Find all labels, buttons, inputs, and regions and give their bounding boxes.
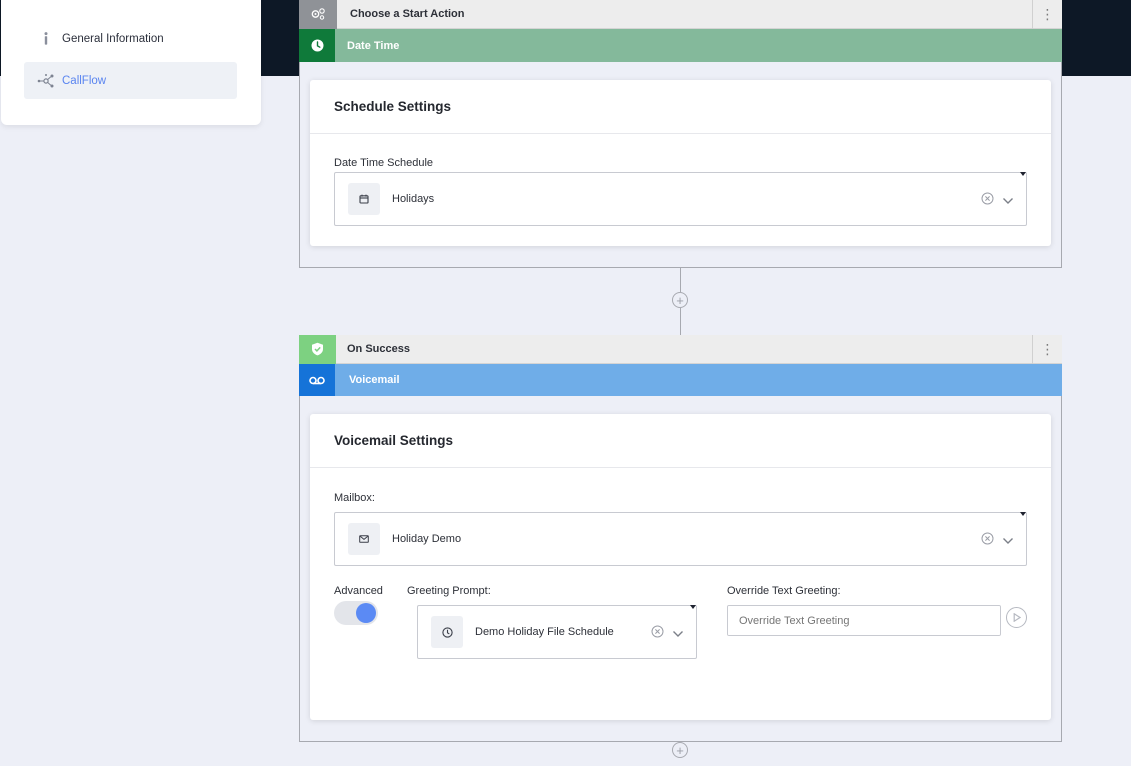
clock-icon <box>299 29 335 62</box>
corner-marker <box>1020 172 1026 176</box>
action-label: Voicemail <box>349 374 400 386</box>
sidebar-item-label: CallFlow <box>62 74 107 87</box>
start-node-title: Choose a Start Action <box>350 8 465 20</box>
start-node-header[interactable]: Choose a Start Action ⋮ <box>299 0 1062 29</box>
info-icon <box>36 32 56 45</box>
sidebar-item-callflow[interactable]: CallFlow <box>24 62 237 99</box>
corner-marker <box>1020 512 1026 516</box>
override-text-greeting-label: Override Text Greeting: <box>727 585 841 597</box>
play-icon[interactable] <box>1006 607 1027 628</box>
clear-icon[interactable] <box>981 532 994 550</box>
clear-icon[interactable] <box>981 192 994 210</box>
select-value: Holiday Demo <box>392 533 462 545</box>
advanced-label: Advanced <box>334 585 383 597</box>
on-success-node-header[interactable]: On Success ⋮ <box>299 334 1062 364</box>
mailbox-label: Mailbox: <box>334 492 375 504</box>
sidebar-item-label: General Information <box>62 32 164 45</box>
sidebar-item-general-information[interactable]: General Information <box>24 20 237 57</box>
calendar-icon <box>348 183 380 215</box>
mailbox-select[interactable]: Holiday Demo <box>334 512 1027 566</box>
add-node-button[interactable]: + <box>672 742 688 758</box>
card-title: Voicemail Settings <box>310 414 1051 468</box>
envelope-icon <box>348 523 380 555</box>
sidebar-nav: General Information CallFlow <box>1 0 261 125</box>
greeting-prompt-label: Greeting Prompt: <box>407 585 491 597</box>
date-time-schedule-label: Date Time Schedule <box>334 157 434 169</box>
override-text-greeting-input[interactable] <box>727 605 1001 636</box>
connector-line <box>680 308 681 335</box>
shield-check-icon <box>299 334 336 364</box>
date-time-schedule-select[interactable]: Holidays <box>334 172 1027 226</box>
chevron-down-icon[interactable] <box>672 625 684 643</box>
on-success-title: On Success <box>347 343 410 355</box>
advanced-toggle[interactable] <box>334 601 378 625</box>
card-title: Schedule Settings <box>310 80 1051 134</box>
kebab-icon: ⋮ <box>1040 341 1055 357</box>
voicemail-node-body: Voicemail Settings Mailbox: Holiday Demo… <box>299 396 1062 742</box>
gears-icon <box>299 0 337 29</box>
date-time-action-bar[interactable]: Date Time <box>299 29 1062 62</box>
toggle-knob <box>356 603 376 623</box>
schedule-settings-card: Schedule Settings Date Time Schedule Hol… <box>310 80 1051 246</box>
chevron-down-icon[interactable] <box>1002 192 1014 210</box>
voicemail-settings-card: Voicemail Settings Mailbox: Holiday Demo… <box>310 414 1051 720</box>
add-node-button[interactable]: + <box>672 292 688 308</box>
select-value: Holidays <box>392 193 435 205</box>
callflow-icon <box>36 73 56 88</box>
plus-icon: + <box>676 742 684 758</box>
date-time-node-body: Schedule Settings Date Time Schedule Hol… <box>299 62 1062 268</box>
corner-marker <box>690 605 696 609</box>
voicemail-icon <box>299 364 335 396</box>
voicemail-action-bar[interactable]: Voicemail <box>299 364 1062 396</box>
start-node-menu-button[interactable]: ⋮ <box>1032 0 1062 29</box>
greeting-prompt-select[interactable]: Demo Holiday File Schedule <box>417 605 697 659</box>
chevron-down-icon[interactable] <box>1002 532 1014 550</box>
clock-icon <box>431 616 463 648</box>
select-value: Demo Holiday File Schedule <box>475 626 614 638</box>
kebab-icon: ⋮ <box>1040 6 1055 22</box>
on-success-menu-button[interactable]: ⋮ <box>1032 335 1062 364</box>
plus-icon: + <box>676 292 684 308</box>
action-label: Date Time <box>347 39 400 52</box>
connector-line <box>680 268 681 292</box>
clear-icon[interactable] <box>651 625 664 643</box>
